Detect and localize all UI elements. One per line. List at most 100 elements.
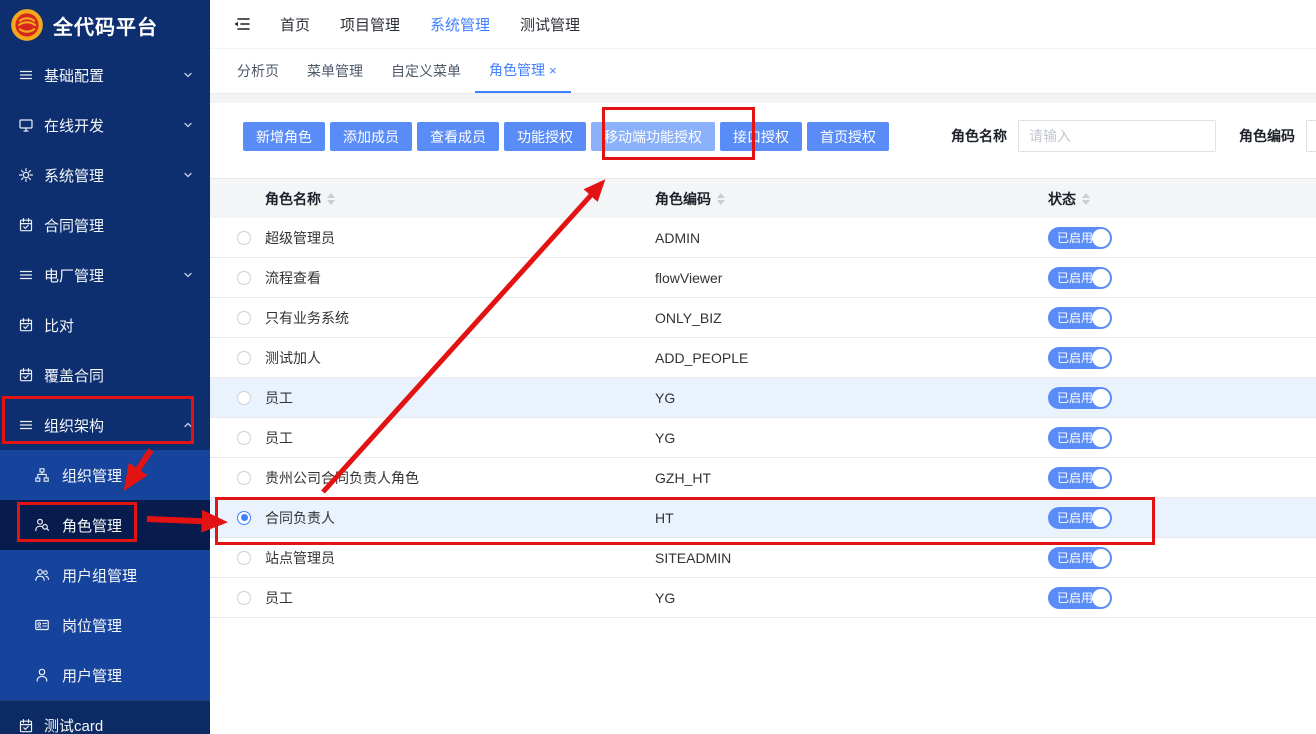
role-name-cell: 超级管理员: [265, 228, 655, 248]
column-header-role-code[interactable]: 角色编码: [655, 189, 1048, 209]
role-name-input[interactable]: [1018, 120, 1216, 152]
status-toggle[interactable]: 已启用: [1048, 467, 1112, 489]
sidebar-item-label: 岗位管理: [62, 615, 122, 636]
toggle-knob: [1092, 309, 1110, 327]
role-code-label: 角色编码: [1239, 126, 1295, 146]
sort-carets-icon: [1082, 193, 1090, 205]
table-row[interactable]: 流程查看 flowViewer 已启用: [210, 258, 1316, 298]
content-divider: [210, 94, 1316, 103]
tab-custom-menu[interactable]: 自定义菜单: [377, 49, 475, 93]
add-member-button[interactable]: 添加成员: [330, 122, 412, 151]
status-toggle[interactable]: 已启用: [1048, 267, 1112, 289]
table-row[interactable]: 站点管理员 SITEADMIN 已启用: [210, 538, 1316, 578]
row-radio[interactable]: [237, 351, 251, 365]
nav-item-system-mgmt[interactable]: 系统管理: [430, 14, 490, 35]
table-row[interactable]: 员工 YG 已启用: [210, 378, 1316, 418]
status-toggle[interactable]: 已启用: [1048, 587, 1112, 609]
app-logo: 全代码平台: [0, 0, 210, 50]
org-chart-icon: [34, 467, 50, 483]
mobile-function-auth-button[interactable]: 移动端功能授权: [591, 122, 715, 151]
sidebar-item-role-mgmt[interactable]: 角色管理: [0, 500, 210, 550]
table-row[interactable]: 只有业务系统 ONLY_BIZ 已启用: [210, 298, 1316, 338]
sidebar-item-label: 组织管理: [62, 465, 122, 486]
status-toggle[interactable]: 已启用: [1048, 387, 1112, 409]
row-radio[interactable]: [237, 431, 251, 445]
toggle-knob: [1092, 229, 1110, 247]
sidebar-item-label: 用户组管理: [62, 565, 137, 586]
sidebar-item-test-card[interactable]: 测试card: [0, 700, 210, 734]
sidebar-item-online-dev[interactable]: 在线开发: [0, 100, 210, 150]
role-name-cell: 合同负责人: [265, 508, 655, 528]
sidebar-item-org-mgmt[interactable]: 组织管理: [0, 450, 210, 500]
sidebar-item-label: 基础配置: [44, 65, 104, 86]
table-row-selected[interactable]: 合同负责人 HT 已启用: [210, 498, 1316, 538]
sidebar-item-label: 测试card: [44, 715, 103, 734]
tab-role-mgmt[interactable]: 角色管理 ×: [475, 49, 571, 93]
sidebar-item-basic-config[interactable]: 基础配置: [0, 50, 210, 100]
row-radio[interactable]: [237, 591, 251, 605]
roles-table: 角色名称 角色编码 状态 超级管理员 ADMIN 已启用: [210, 178, 1316, 618]
tab-menu-mgmt[interactable]: 菜单管理: [293, 49, 377, 93]
toggle-knob: [1092, 549, 1110, 567]
role-name-cell: 站点管理员: [265, 548, 655, 568]
tab-analysis[interactable]: 分析页: [223, 49, 293, 93]
role-code-cell: flowViewer: [655, 270, 1048, 286]
add-role-button[interactable]: 新增角色: [243, 122, 325, 151]
role-code-input[interactable]: [1306, 120, 1316, 152]
sidebar-item-plant-mgmt[interactable]: 电厂管理: [0, 250, 210, 300]
row-radio[interactable]: [237, 471, 251, 485]
sidebar: 全代码平台 基础配置 在线开发 系统管理 合同管理 电厂管理 比对: [0, 0, 210, 734]
sidebar-item-compare[interactable]: 比对: [0, 300, 210, 350]
role-name-cell: 测试加人: [265, 348, 655, 368]
filter-bar: 角色名称 角色编码: [951, 120, 1316, 152]
table-row[interactable]: 员工 YG 已启用: [210, 578, 1316, 618]
user-group-icon: [34, 567, 50, 583]
api-auth-button[interactable]: 接口授权: [720, 122, 802, 151]
row-radio[interactable]: [237, 391, 251, 405]
status-toggle[interactable]: 已启用: [1048, 507, 1112, 529]
table-row[interactable]: 贵州公司合同负责人角色 GZH_HT 已启用: [210, 458, 1316, 498]
row-radio[interactable]: [237, 271, 251, 285]
sidebar-item-cover-contract[interactable]: 覆盖合同: [0, 350, 210, 400]
role-code-cell: YG: [655, 430, 1048, 446]
close-icon[interactable]: ×: [549, 63, 557, 78]
status-toggle[interactable]: 已启用: [1048, 227, 1112, 249]
table-row[interactable]: 员工 YG 已启用: [210, 418, 1316, 458]
nav-item-project-mgmt[interactable]: 项目管理: [340, 14, 400, 35]
status-toggle[interactable]: 已启用: [1048, 347, 1112, 369]
sidebar-item-system-mgmt[interactable]: 系统管理: [0, 150, 210, 200]
sidebar-item-post-mgmt[interactable]: 岗位管理: [0, 600, 210, 650]
sidebar-collapse-icon[interactable]: [232, 14, 252, 34]
table-row[interactable]: 测试加人 ADD_PEOPLE 已启用: [210, 338, 1316, 378]
function-auth-button[interactable]: 功能授权: [504, 122, 586, 151]
nav-item-test-mgmt[interactable]: 测试管理: [520, 14, 580, 35]
sidebar-item-label: 组织架构: [44, 415, 104, 436]
column-header-status[interactable]: 状态: [1048, 189, 1316, 209]
status-toggle[interactable]: 已启用: [1048, 307, 1112, 329]
home-auth-button[interactable]: 首页授权: [807, 122, 889, 151]
column-header-role-name[interactable]: 角色名称: [265, 189, 655, 209]
role-search-icon: [34, 517, 50, 533]
sidebar-item-contract-mgmt[interactable]: 合同管理: [0, 200, 210, 250]
table-row[interactable]: 超级管理员 ADMIN 已启用: [210, 218, 1316, 258]
row-radio-selected[interactable]: [237, 511, 251, 525]
sidebar-item-org-structure[interactable]: 组织架构: [0, 400, 210, 450]
nav-item-home[interactable]: 首页: [280, 14, 310, 35]
row-radio[interactable]: [237, 231, 251, 245]
status-toggle[interactable]: 已启用: [1048, 547, 1112, 569]
role-code-cell: HT: [655, 510, 1048, 526]
tab-bar: 分析页 菜单管理 自定义菜单 角色管理 ×: [210, 49, 1316, 94]
row-radio[interactable]: [237, 551, 251, 565]
role-code-cell: YG: [655, 390, 1048, 406]
toggle-knob: [1092, 469, 1110, 487]
sidebar-item-user-group-mgmt[interactable]: 用户组管理: [0, 550, 210, 600]
view-members-button[interactable]: 查看成员: [417, 122, 499, 151]
sidebar-item-user-mgmt[interactable]: 用户管理: [0, 650, 210, 700]
id-card-icon: [34, 617, 50, 633]
toggle-knob: [1092, 269, 1110, 287]
sort-carets-icon: [717, 193, 725, 205]
sidebar-item-label: 用户管理: [62, 665, 122, 686]
row-radio[interactable]: [237, 311, 251, 325]
menu-lines-icon: [18, 417, 34, 433]
status-toggle[interactable]: 已启用: [1048, 427, 1112, 449]
